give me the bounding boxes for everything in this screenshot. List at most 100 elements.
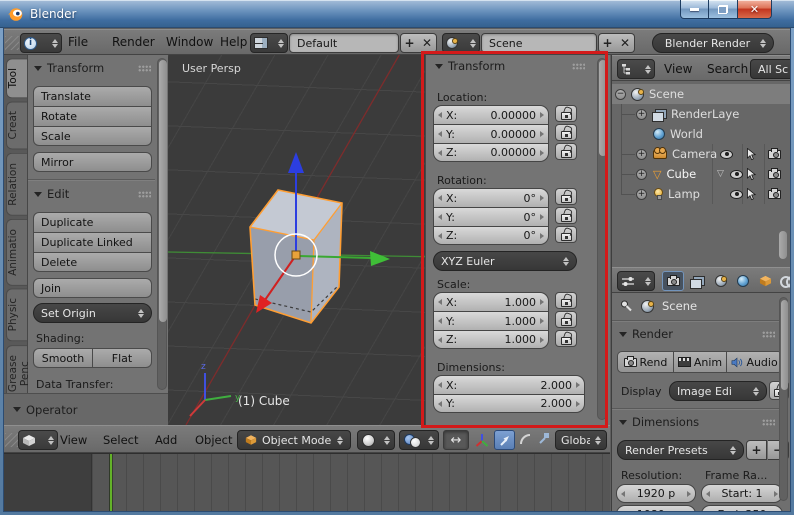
lock-rotation-x-button[interactable] [555, 188, 577, 205]
mode-dropdown[interactable]: Object Mode [237, 430, 351, 450]
render-panel-header[interactable]: Render [618, 325, 776, 343]
translate-manipulator-button[interactable] [494, 430, 515, 450]
panel-grip-icon[interactable] [762, 330, 775, 338]
location-x-field[interactable]: X: 0.00000 [433, 105, 549, 124]
panel-grip-icon[interactable] [762, 418, 775, 426]
render-presets-dropdown[interactable]: Render Presets [617, 440, 744, 460]
expand-expander[interactable] [636, 168, 647, 180]
lock-rotation-y-button[interactable] [555, 207, 577, 224]
editor-type-3dview-button[interactable] [18, 430, 58, 450]
scale-z-field[interactable]: Z: 1.000 [433, 330, 549, 349]
pin-icon[interactable] [620, 300, 633, 313]
panel-grip-icon[interactable] [572, 62, 585, 70]
location-y-field[interactable]: Y: 0.00000 [433, 124, 549, 143]
minimize-button[interactable] [680, 0, 709, 19]
rotate-manipulator-button[interactable] [519, 433, 532, 446]
lock-scale-z-button[interactable] [555, 330, 577, 347]
scale-manipulator-button[interactable] [537, 432, 550, 445]
layout-name-field[interactable]: Default [289, 33, 399, 53]
set-origin-dropdown[interactable]: Set Origin [33, 303, 152, 323]
location-z-field[interactable]: Z: 0.00000 [433, 143, 549, 162]
edit-panel-header[interactable]: Edit [33, 185, 152, 203]
render-engine-dropdown[interactable]: Blender Render [652, 33, 774, 53]
rotation-x-field[interactable]: X: 0° [433, 188, 549, 207]
translate-button[interactable]: Translate [33, 86, 152, 106]
tab-render-properties[interactable] [662, 271, 684, 291]
lock-location-z-button[interactable] [555, 143, 577, 160]
current-frame-indicator[interactable] [110, 454, 112, 511]
render-still-button[interactable]: Rend [617, 351, 673, 373]
menu-add[interactable]: Add [155, 433, 177, 447]
rotation-z-field[interactable]: Z: 0° [433, 226, 549, 245]
dimensions-x-field[interactable]: X: 2.000 [433, 375, 585, 394]
outliner-row-lamp[interactable]: Lamp [612, 184, 790, 204]
lock-location-x-button[interactable] [555, 105, 577, 122]
visibility-eye-icon[interactable] [730, 189, 743, 199]
lock-scale-y-button[interactable] [555, 311, 577, 328]
sidebar-scrollbar[interactable] [597, 58, 607, 420]
menu-help[interactable]: Help [220, 35, 247, 49]
lock-location-y-button[interactable] [555, 124, 577, 141]
selectability-cursor-icon[interactable] [746, 168, 757, 181]
renderability-camera-icon[interactable] [768, 167, 781, 179]
dimensions-panel-header[interactable]: Dimensions [618, 413, 776, 431]
menu-select[interactable]: Select [103, 433, 138, 447]
remove-layout-button[interactable]: ✕ [418, 33, 437, 53]
editor-type-outliner-button[interactable] [617, 59, 655, 79]
panel-grip-icon[interactable] [138, 64, 151, 72]
tab-create[interactable]: Creat [6, 101, 27, 150]
remove-scene-button[interactable]: ✕ [616, 33, 635, 53]
expand-expander[interactable] [636, 148, 647, 160]
tab-tool[interactable]: Tool [6, 58, 27, 99]
properties-scrollbar-thumb[interactable] [781, 300, 788, 390]
tab-render-layers-properties[interactable] [686, 271, 708, 291]
outliner-row-camera[interactable]: Camera [612, 144, 790, 164]
resolution-y-field[interactable]: 1080 p [616, 505, 696, 511]
scene-name-field[interactable]: Scene [481, 33, 597, 53]
menu-view[interactable]: View [60, 433, 87, 447]
render-audio-button[interactable]: Audio [726, 351, 784, 373]
smooth-button[interactable]: Smooth [33, 348, 92, 368]
tab-object-properties[interactable] [754, 271, 776, 291]
renderability-camera-icon[interactable] [768, 147, 781, 159]
outliner-display-filter-dropdown[interactable]: All Sc [750, 59, 790, 79]
dimensions-y-field[interactable]: Y: 2.000 [433, 394, 585, 413]
manipulator-toggle-button[interactable]: ↔ [443, 430, 469, 450]
editor-corner-grip[interactable] [5, 36, 19, 50]
scale-button[interactable]: Scale [33, 126, 152, 146]
rotation-mode-dropdown[interactable]: XYZ Euler [433, 251, 577, 271]
viewport-shading-dropdown[interactable] [357, 430, 395, 450]
editor-type-properties-button[interactable] [617, 271, 655, 291]
frame-end-field[interactable]: End: 250 [701, 505, 783, 511]
join-button[interactable]: Join [33, 278, 152, 298]
outliner-row-cube[interactable]: ▽ Cube ▽ [612, 164, 790, 184]
window-titlebar[interactable]: Blender ✕ [0, 0, 794, 28]
screen-layout-button[interactable] [250, 33, 288, 53]
transform-panel-header[interactable]: Transform [434, 57, 586, 75]
scale-y-field[interactable]: Y: 1.000 [433, 311, 549, 330]
outliner-view-menu[interactable]: View [664, 62, 692, 76]
outliner-row-scene[interactable]: Scene [612, 84, 790, 104]
add-preset-button[interactable]: + [746, 440, 767, 460]
menu-object[interactable]: Object [195, 433, 232, 447]
scrollbar-thumb[interactable] [599, 60, 607, 156]
tab-constraints-properties[interactable] [776, 271, 790, 291]
delete-button[interactable]: Delete [33, 252, 152, 272]
menu-file[interactable]: File [68, 35, 88, 49]
tab-physics[interactable]: Physic [6, 288, 27, 342]
duplicate-linked-button[interactable]: Duplicate Linked [33, 232, 152, 252]
tab-relations[interactable]: Relation [6, 152, 27, 216]
display-mode-dropdown[interactable]: Image Edi [669, 381, 767, 401]
resolution-x-field[interactable]: 1920 p [616, 484, 696, 503]
scrollbar-thumb[interactable] [159, 60, 167, 322]
selectability-cursor-icon[interactable] [746, 148, 757, 161]
outliner-search-menu[interactable]: Search [707, 62, 748, 76]
transform-orientation-dropdown[interactable]: Global [555, 430, 607, 450]
editor-corner-grip[interactable] [5, 433, 19, 447]
flat-button[interactable]: Flat [92, 348, 152, 368]
add-layout-button[interactable]: + [400, 33, 419, 53]
tool-shelf-scrollbar[interactable] [157, 58, 167, 390]
expand-expander[interactable] [636, 108, 647, 120]
expand-expander[interactable] [636, 188, 647, 200]
outliner-row-world[interactable]: World [612, 124, 790, 144]
